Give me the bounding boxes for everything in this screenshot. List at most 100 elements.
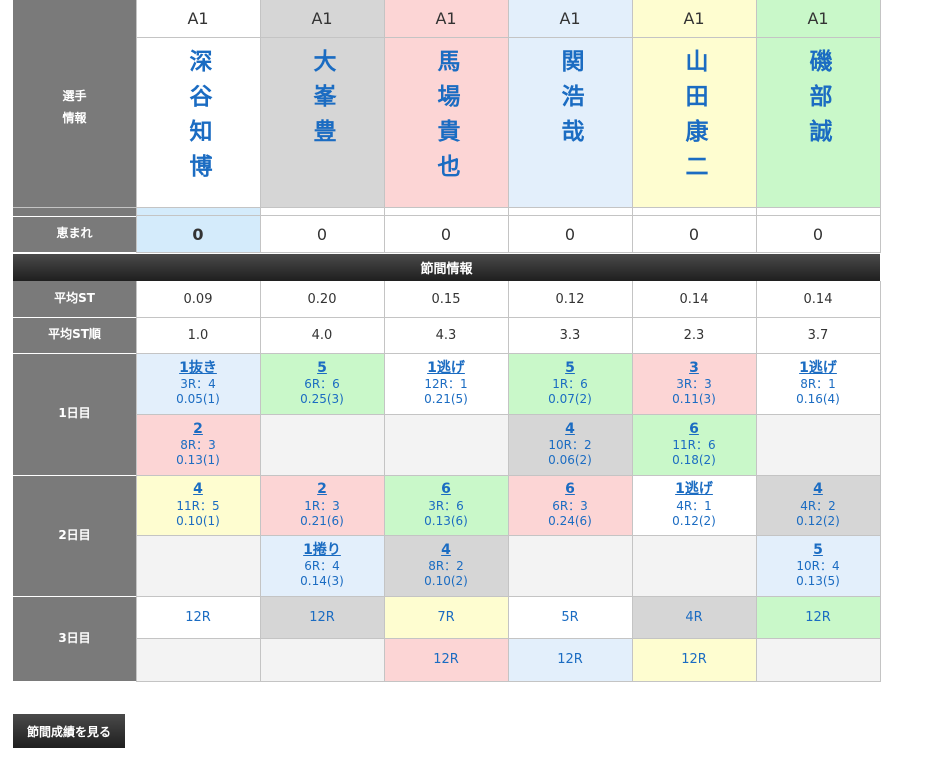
day-header-2: 2日目 bbox=[13, 475, 136, 596]
series-info-table: 選手 情報 恵まれ 節間情報 平均ST 平均ST順 1日目 2日目 3日目 A1 深谷知博 0 0.09… bbox=[0, 0, 932, 773]
megumare-value: 0 bbox=[260, 216, 384, 252]
grid-line bbox=[136, 37, 881, 38]
megumare-number: 0 bbox=[440, 224, 452, 244]
race-result-link[interactable]: 6 bbox=[565, 481, 575, 499]
scheduled-race: 12R bbox=[805, 609, 831, 625]
start-timing: 0.21(5) bbox=[424, 392, 468, 407]
race-result-link[interactable]: 2 bbox=[193, 421, 203, 439]
avg-st-rank-value: 3.3 bbox=[508, 317, 632, 353]
avg-st-number: 0.09 bbox=[183, 291, 213, 307]
player-name-cell[interactable]: 磯部誠 bbox=[756, 37, 880, 207]
race-result-link[interactable]: 1逃げ bbox=[675, 481, 713, 499]
series-results-button[interactable]: 節間成績を見る bbox=[13, 714, 125, 748]
start-timing: 0.24(6) bbox=[548, 513, 592, 528]
race-result-link[interactable]: 1逃げ bbox=[799, 360, 837, 378]
grid-line bbox=[756, 281, 757, 681]
race-result-link[interactable]: 5 bbox=[565, 360, 575, 378]
day-header-3: 3日目 bbox=[13, 596, 136, 681]
player-name-cell[interactable]: 深谷知博 bbox=[136, 37, 260, 207]
race-result-link[interactable]: 4 bbox=[441, 542, 451, 560]
grade-text: A1 bbox=[559, 9, 581, 28]
empty-result-cell bbox=[384, 414, 508, 475]
start-timing: 0.10(1) bbox=[176, 513, 220, 528]
race-result-link[interactable]: 1逃げ bbox=[427, 360, 465, 378]
race-result-link[interactable]: 4 bbox=[565, 421, 575, 439]
megumare-header: 恵まれ bbox=[13, 216, 136, 252]
player-info-label-line: 情報 bbox=[62, 111, 87, 125]
scheduled-race-cell: 4R bbox=[632, 596, 756, 638]
player-info-header: 選手 情報 bbox=[13, 0, 136, 216]
empty-result-cell bbox=[260, 414, 384, 475]
scheduled-race: 12R bbox=[681, 652, 707, 667]
empty-result-cell bbox=[756, 414, 880, 475]
avg-st-rank-number: 3.7 bbox=[807, 327, 829, 343]
avg-st-rank-number: 3.3 bbox=[559, 327, 581, 343]
grid-line bbox=[136, 207, 881, 208]
scheduled-race-cell: 12R bbox=[508, 638, 632, 681]
avg-st-value: 0.14 bbox=[756, 281, 880, 317]
player-name[interactable]: 関浩哉 bbox=[553, 49, 587, 154]
empty-result-cell bbox=[136, 535, 260, 596]
player-name[interactable]: 馬場貴也 bbox=[429, 49, 463, 189]
player-name[interactable]: 山田康二 bbox=[677, 49, 711, 189]
race-result-link[interactable]: 6 bbox=[441, 481, 451, 499]
race-number-lane: 6R：6 bbox=[304, 377, 340, 392]
player-name[interactable]: 深谷知博 bbox=[181, 49, 215, 189]
race-result-cell: 4 8R：2 0.10(2) bbox=[384, 535, 508, 596]
race-result-cell: 4 4R：2 0.12(2) bbox=[756, 475, 880, 535]
day-label: 3日目 bbox=[58, 630, 91, 645]
race-result-link[interactable]: 5 bbox=[317, 360, 327, 378]
grade-text: A1 bbox=[807, 9, 829, 28]
avg-st-rank-header: 平均ST順 bbox=[13, 317, 136, 353]
race-result-cell: 5 1R：6 0.07(2) bbox=[508, 353, 632, 414]
player-name-cell[interactable]: 関浩哉 bbox=[508, 37, 632, 207]
avg-st-rank-number: 1.0 bbox=[187, 327, 209, 343]
avg-st-rank-value: 3.7 bbox=[756, 317, 880, 353]
scheduled-race: 12R bbox=[309, 609, 335, 625]
start-timing: 0.13(1) bbox=[176, 453, 220, 468]
grade-text: A1 bbox=[311, 9, 333, 28]
race-number-lane: 12R：1 bbox=[424, 377, 468, 392]
race-result-link[interactable]: 1捲り bbox=[303, 542, 341, 560]
race-number-lane: 4R：1 bbox=[676, 498, 712, 513]
player-name[interactable]: 磯部誠 bbox=[801, 49, 835, 154]
player-name[interactable]: 大峯豊 bbox=[305, 49, 339, 154]
player-name-cell[interactable]: 大峯豊 bbox=[260, 37, 384, 207]
player-name-cell[interactable]: 山田康二 bbox=[632, 37, 756, 207]
scheduled-race-cell: 12R bbox=[756, 596, 880, 638]
avg-st-value: 0.14 bbox=[632, 281, 756, 317]
scheduled-race: 12R bbox=[557, 652, 583, 667]
start-timing: 0.06(2) bbox=[548, 453, 592, 468]
race-result-cell: 1逃げ 4R：1 0.12(2) bbox=[632, 475, 756, 535]
race-result-cell: 6 6R：3 0.24(6) bbox=[508, 475, 632, 535]
avg-st-number: 0.20 bbox=[307, 291, 337, 307]
race-result-cell: 5 10R：4 0.13(5) bbox=[756, 535, 880, 596]
race-result-cell: 1逃げ 12R：1 0.21(5) bbox=[384, 353, 508, 414]
grid-line bbox=[136, 353, 881, 354]
race-result-cell: 6 11R：6 0.18(2) bbox=[632, 414, 756, 475]
race-result-cell: 2 1R：3 0.21(6) bbox=[260, 475, 384, 535]
scheduled-race-cell: 7R bbox=[384, 596, 508, 638]
player-grade: A1 bbox=[260, 0, 384, 37]
race-number-lane: 3R：4 bbox=[180, 377, 216, 392]
race-result-link[interactable]: 1抜き bbox=[179, 360, 217, 378]
megumare-number: 0 bbox=[316, 224, 328, 244]
avg-st-rank-value: 1.0 bbox=[136, 317, 260, 353]
player-grade: A1 bbox=[508, 0, 632, 37]
start-timing: 0.13(6) bbox=[424, 513, 468, 528]
avg-st-rank-value: 4.0 bbox=[260, 317, 384, 353]
race-result-link[interactable]: 4 bbox=[813, 481, 823, 499]
race-result-link[interactable]: 2 bbox=[317, 481, 327, 499]
race-result-link[interactable]: 3 bbox=[689, 360, 699, 378]
race-result-link[interactable]: 5 bbox=[813, 542, 823, 560]
scheduled-race: 4R bbox=[685, 609, 703, 625]
series-info-title: 節間情報 bbox=[420, 262, 473, 277]
start-timing: 0.05(1) bbox=[176, 392, 220, 407]
player-name-cell[interactable]: 馬場貴也 bbox=[384, 37, 508, 207]
avg-st-header: 平均ST bbox=[13, 281, 136, 317]
start-timing: 0.25(3) bbox=[300, 392, 344, 407]
start-timing: 0.07(2) bbox=[548, 392, 592, 407]
avg-st-value: 0.09 bbox=[136, 281, 260, 317]
race-result-link[interactable]: 6 bbox=[689, 421, 699, 439]
race-result-link[interactable]: 4 bbox=[193, 481, 203, 499]
